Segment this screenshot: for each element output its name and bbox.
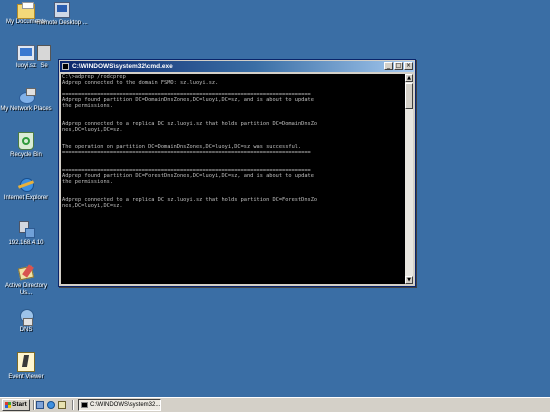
- event-viewer-icon: [17, 352, 35, 372]
- internet-explorer-icon[interactable]: [47, 401, 55, 409]
- internet-explorer-icon: [17, 175, 35, 193]
- desktop-icon-label: Event Viewer: [8, 374, 44, 380]
- desktop-icon-recycle-bin[interactable]: Recycle Bin: [0, 132, 52, 159]
- recycle-bin-icon: [18, 132, 34, 150]
- remote-connection-icon: [18, 220, 35, 238]
- show-desktop-icon[interactable]: [36, 401, 44, 409]
- start-label: Start: [12, 401, 27, 408]
- desktop-icon-label: My Network Places: [0, 106, 52, 112]
- shortcut-icon: [37, 45, 51, 61]
- desktop-icon-label: Remote Desktop ...: [36, 20, 88, 26]
- vertical-scrollbar[interactable]: ▲ ▼: [405, 74, 413, 284]
- desktop-icon-label: 192.168.4.10: [8, 240, 44, 246]
- desktop-icon-label: Internet Explorer: [3, 195, 49, 201]
- scroll-thumb[interactable]: [405, 83, 413, 109]
- start-button[interactable]: Start: [2, 399, 30, 411]
- scroll-up-button[interactable]: ▲: [405, 74, 413, 82]
- desktop-icon-label: Se: [40, 63, 48, 69]
- taskbar-button-label: C:\WINDOWS\system32...: [90, 402, 161, 408]
- network-places-icon: [17, 88, 36, 104]
- desktop-icon-label: Recycle Bin: [10, 152, 42, 158]
- minimize-button[interactable]: _: [384, 62, 393, 70]
- maximize-button[interactable]: □: [394, 62, 403, 70]
- cmd-titlebar[interactable]: C:\WINDOWS\system32\cmd.exe _ □ ×: [60, 61, 414, 72]
- desktop-icon-active-directory[interactable]: Active Directory Us...: [0, 263, 52, 297]
- desktop-icon-label: DNS: [19, 327, 33, 333]
- folder-icon: [17, 2, 35, 19]
- cmd-icon: [81, 402, 88, 408]
- desktop-icon-se[interactable]: Se: [34, 45, 54, 70]
- active-directory-icon: [17, 263, 35, 281]
- cmd-window[interactable]: C:\WINDOWS\system32\cmd.exe _ □ × C:\>ad…: [58, 59, 416, 287]
- desktop-icon-remote-desktop[interactable]: Remote Desktop ...: [36, 2, 88, 27]
- desktop-icon-my-network-places[interactable]: My Network Places: [0, 88, 52, 113]
- dns-icon: [18, 307, 34, 326]
- scroll-down-button[interactable]: ▼: [405, 276, 413, 284]
- desktop-icon-192-168-4-10[interactable]: 192.168.4.10: [0, 220, 52, 247]
- taskbar: Start C:\WINDOWS\system32...: [0, 397, 550, 412]
- desktop-icon-event-viewer[interactable]: Event Viewer: [0, 352, 52, 381]
- close-button[interactable]: ×: [404, 62, 413, 70]
- console-output[interactable]: C:\>adprep /rodcprep Adprep connected to…: [61, 74, 405, 284]
- window-title: C:\WINDOWS\system32\cmd.exe: [72, 63, 173, 70]
- console-text: C:\>adprep /rodcprep Adprep connected to…: [62, 74, 318, 209]
- quick-launch-icon[interactable]: [58, 401, 66, 409]
- remote-desktop-icon: [54, 2, 70, 18]
- taskbar-button-cmd[interactable]: C:\WINDOWS\system32...: [78, 399, 161, 411]
- taskbar-separator: [33, 400, 35, 410]
- computer-icon: [17, 45, 35, 61]
- desktop-icon-internet-explorer[interactable]: Internet Explorer: [0, 175, 52, 202]
- desktop-icon-dns[interactable]: DNS: [0, 307, 52, 334]
- desktop-icon-label: Active Directory Us...: [4, 283, 47, 296]
- windows-logo-icon: [5, 402, 11, 408]
- taskbar-separator: [72, 400, 74, 410]
- cmd-icon: [62, 63, 69, 70]
